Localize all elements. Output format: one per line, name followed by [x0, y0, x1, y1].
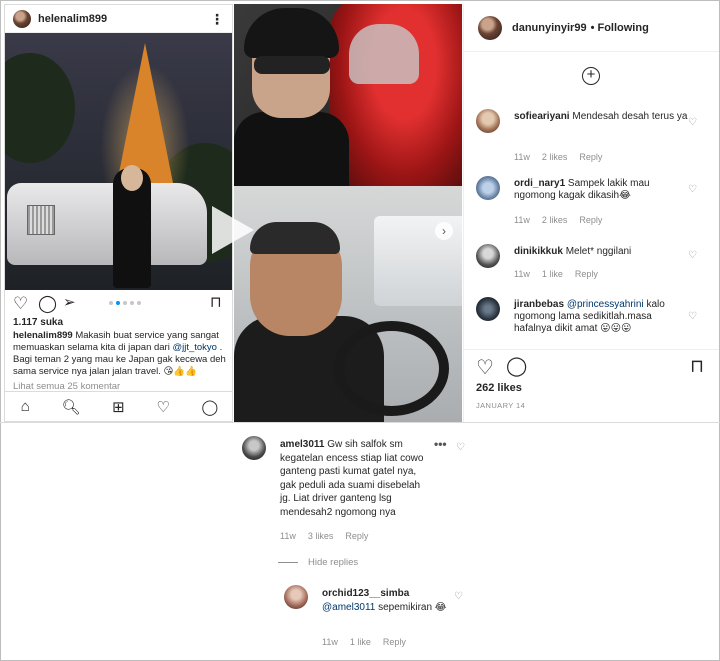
comment-username[interactable]: jiranbebas [514, 299, 564, 310]
comment-likes[interactable]: 1 like [350, 637, 371, 647]
more-options-icon[interactable]: ••• [434, 438, 447, 450]
comment-text: sofieariyani Mendesah desah terus ya [514, 111, 689, 123]
comment-like-icon[interactable]: ♡ [456, 442, 465, 453]
hide-replies-label: Hide replies [308, 557, 359, 568]
comment-body: Mendesah desah terus ya [572, 111, 688, 122]
post-date: JANUARY 14 [476, 401, 526, 410]
post-action-bar: ♡ ◯ ➢ ⊓ [5, 290, 232, 316]
home-icon[interactable]: ⌂ [21, 398, 30, 415]
comment-text: jiranbebas @princessyahrini kalo ngomong… [514, 299, 686, 335]
activity-heart-icon[interactable]: ♡ [156, 398, 169, 416]
bookmark-icon[interactable]: ⊓ [210, 294, 222, 311]
comment-body: sepemikiran 😂 [375, 601, 447, 613]
post-header: helenalim899 ⋮ [5, 5, 232, 33]
comment-icon[interactable]: ◯ [506, 357, 527, 376]
comment-text: orchid123__simba @amel3011 sepemikiran 😂 [322, 587, 452, 614]
comment-mention[interactable]: @princessyahrini [567, 299, 644, 310]
comment-text: amel3011 Gw sih salfok sm kegatelan ence… [280, 438, 430, 519]
comment-username[interactable]: sofieariyani [514, 111, 570, 122]
left-instagram-post: helenalim899 ⋮ ♡ ◯ ➢ ⊓ 1.117 suka helena… [4, 4, 233, 422]
comment-like-icon[interactable]: ♡ [454, 591, 463, 602]
comment-meta: 11w 3 likes Reply [280, 531, 368, 541]
post-caption: helenalim899 Makasih buat service yang s… [13, 330, 228, 378]
comment-text: ordi_nary1 Sampek lakik mau ngomong kaga… [514, 178, 689, 202]
post-username[interactable]: helenalim899 [38, 13, 210, 25]
comment-time: 11w [514, 152, 530, 162]
comment-username[interactable]: orchid123__simba [322, 588, 409, 599]
panel-header: danunyinyir99 • Following [464, 4, 719, 52]
panel-action-bar: ♡ ◯ ⊓ [464, 349, 719, 379]
avatar[interactable] [476, 297, 500, 321]
comment-username[interactable]: dinikikkuk [514, 246, 563, 257]
hide-replies-button[interactable]: Hide replies [278, 557, 358, 568]
avatar[interactable] [476, 109, 500, 133]
like-count[interactable]: 262 likes [476, 382, 522, 394]
comment-likes[interactable]: 1 like [542, 269, 563, 279]
avatar[interactable] [476, 244, 500, 268]
comment-like-icon[interactable]: ♡ [688, 184, 697, 195]
avatar[interactable] [13, 9, 31, 28]
comment-time: 11w [322, 637, 338, 647]
comment-time: 11w [514, 215, 530, 225]
comment-mention[interactable]: @amel3011 [322, 602, 375, 613]
add-comment-icon[interactable]: + [582, 67, 600, 85]
comment-like-icon[interactable]: ♡ [688, 250, 697, 261]
carousel-indicator [109, 301, 141, 305]
comment-meta: 11w 1 like Reply [514, 269, 598, 279]
avatar[interactable] [242, 436, 266, 460]
avatar[interactable] [478, 15, 502, 40]
comment-meta: 11w 2 likes Reply [514, 215, 602, 225]
more-options-icon[interactable]: ⋮ [210, 12, 224, 26]
panel-username[interactable]: danunyinyir99 [512, 22, 587, 34]
reply-button[interactable]: Reply [579, 215, 602, 225]
play-icon[interactable] [212, 206, 254, 254]
comment-meta: 11w 1 like Reply [322, 637, 406, 647]
heart-icon[interactable]: ♡ [13, 295, 28, 312]
comment-thread: amel3011 Gw sih salfok sm kegatelan ence… [238, 424, 482, 660]
comment-icon[interactable]: ◯ [38, 295, 57, 312]
comment-like-icon[interactable]: ♡ [688, 311, 697, 322]
comment-text: dinikikkuk Melet* nggilani [514, 246, 689, 258]
avatar[interactable] [284, 585, 308, 609]
like-count[interactable]: 1.117 suka [13, 317, 63, 328]
profile-icon[interactable]: ◯ [201, 398, 218, 416]
share-icon[interactable]: ➢ [63, 294, 76, 311]
comment-username[interactable]: amel3011 [280, 439, 325, 450]
right-comments-panel: danunyinyir99 • Following + sofieariyani… [463, 4, 719, 422]
comment-body: Melet* nggilani [565, 246, 632, 257]
comment-meta: 11w 2 likes Reply [514, 152, 602, 162]
heart-icon[interactable]: ♡ [476, 358, 494, 378]
caption-mention[interactable]: @jjt_tokyo [172, 342, 217, 353]
reply-button[interactable]: Reply [575, 269, 598, 279]
bookmark-icon[interactable]: ⊓ [690, 357, 704, 375]
comment-likes[interactable]: 3 likes [308, 531, 334, 541]
comment-time: 11w [514, 269, 530, 279]
comment-time: 11w [280, 531, 296, 541]
comment-like-icon[interactable]: ♡ [688, 117, 697, 128]
avatar[interactable] [476, 176, 500, 200]
following-status[interactable]: • Following [591, 22, 649, 34]
video-frame-top[interactable] [234, 4, 462, 186]
section-divider [0, 422, 720, 423]
chevron-right-icon[interactable]: › [435, 222, 453, 240]
caption-username[interactable]: helenalim899 [13, 330, 73, 341]
comment-username[interactable]: ordi_nary1 [514, 178, 565, 189]
reply-button[interactable]: Reply [383, 637, 406, 647]
video-frame-bottom[interactable] [234, 186, 462, 422]
bottom-nav-bar: ⌂ 🔍︎ ⊞ ♡ ◯ [5, 391, 232, 421]
reply-button[interactable]: Reply [345, 531, 368, 541]
reply-button[interactable]: Reply [579, 152, 602, 162]
comment-likes[interactable]: 2 likes [542, 215, 568, 225]
search-icon[interactable]: 🔍︎ [61, 398, 80, 416]
new-post-icon[interactable]: ⊞ [112, 398, 125, 416]
comment-body: Gw sih salfok sm kegatelan encess stiap … [280, 439, 424, 518]
comment-likes[interactable]: 2 likes [542, 152, 568, 162]
post-photo-tokyo-tower[interactable] [5, 33, 232, 290]
